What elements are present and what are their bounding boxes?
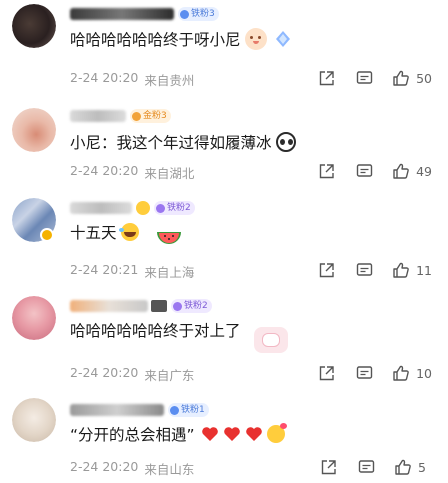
username[interactable]: 铁粉3 — [70, 6, 219, 22]
face-emoji — [136, 201, 150, 215]
heart-icon — [201, 426, 219, 442]
avatar[interactable] — [12, 108, 56, 152]
comment-icon[interactable] — [354, 161, 374, 181]
cute-sticker — [254, 327, 288, 353]
comment-meta: 2-24 20:20 来自山东 — [70, 459, 195, 477]
watermelon-emoji — [156, 230, 182, 248]
crown-icon — [151, 300, 167, 312]
sparkle-diamond-emoji — [273, 29, 293, 49]
fan-badge: 金粉3 — [130, 109, 171, 123]
avatar[interactable] — [12, 398, 56, 442]
fan-badge: 铁粉3 — [178, 7, 219, 21]
comment-text: 十五天 — [70, 221, 139, 243]
share-icon[interactable] — [316, 161, 336, 181]
laughing-crying-emoji — [118, 223, 139, 241]
comment-icon[interactable] — [356, 457, 376, 477]
like-count: 49 — [416, 163, 432, 179]
thumbs-up-icon — [392, 69, 410, 87]
avatar[interactable] — [12, 296, 56, 340]
fan-badge: 铁粉2 — [171, 299, 212, 313]
comment-text: “分开的总会相遇” — [70, 423, 287, 445]
heart-icon — [245, 426, 263, 442]
username[interactable]: 金粉3 — [70, 108, 171, 124]
like-button[interactable]: 5 — [394, 458, 432, 476]
username[interactable]: 铁粉2 — [70, 200, 195, 216]
panda-emoji — [275, 132, 296, 152]
username[interactable]: 铁粉2 — [70, 298, 212, 314]
thumbs-up-icon — [392, 162, 410, 180]
comment-meta: 2-24 20:20 来自广东 — [70, 365, 195, 383]
verified-badge-icon — [40, 228, 54, 242]
like-count: 10 — [416, 365, 432, 381]
comment-icon[interactable] — [354, 260, 374, 280]
comment-icon[interactable] — [354, 363, 374, 383]
comment-meta: 2-24 20:21 来自上海 — [70, 262, 195, 280]
like-button[interactable]: 11 — [392, 261, 432, 279]
share-icon[interactable] — [316, 260, 336, 280]
bunny-emoji — [244, 28, 267, 50]
like-button[interactable]: 49 — [392, 162, 432, 180]
share-icon[interactable] — [316, 68, 336, 88]
like-count: 5 — [418, 459, 426, 475]
comment-text: 哈哈哈哈哈哈终于对上了 — [70, 322, 241, 340]
fan-badge: 铁粉1 — [168, 403, 209, 417]
comment-text: 小尼：我这个年过得如履薄冰 — [70, 131, 296, 153]
username[interactable]: 铁粉1 — [70, 402, 209, 418]
like-count: 11 — [416, 262, 432, 278]
fan-badge: 铁粉2 — [154, 201, 195, 215]
thumbs-up-icon — [394, 458, 412, 476]
heart-icon — [223, 426, 241, 442]
kissing-face-emoji — [266, 423, 287, 443]
avatar[interactable] — [12, 4, 56, 48]
comment-meta: 2-24 20:20 来自贵州 — [70, 70, 195, 88]
share-icon[interactable] — [318, 457, 338, 477]
thumbs-up-icon — [392, 261, 410, 279]
like-button[interactable]: 10 — [392, 364, 432, 382]
comment-text: 哈哈哈哈哈哈终于呀小尼 — [70, 28, 293, 50]
comment-icon[interactable] — [354, 68, 374, 88]
share-icon[interactable] — [316, 363, 336, 383]
comment-meta: 2-24 20:20 来自湖北 — [70, 163, 195, 181]
thumbs-up-icon — [392, 364, 410, 382]
like-count: 50 — [416, 70, 432, 86]
like-button[interactable]: 50 — [392, 69, 432, 87]
